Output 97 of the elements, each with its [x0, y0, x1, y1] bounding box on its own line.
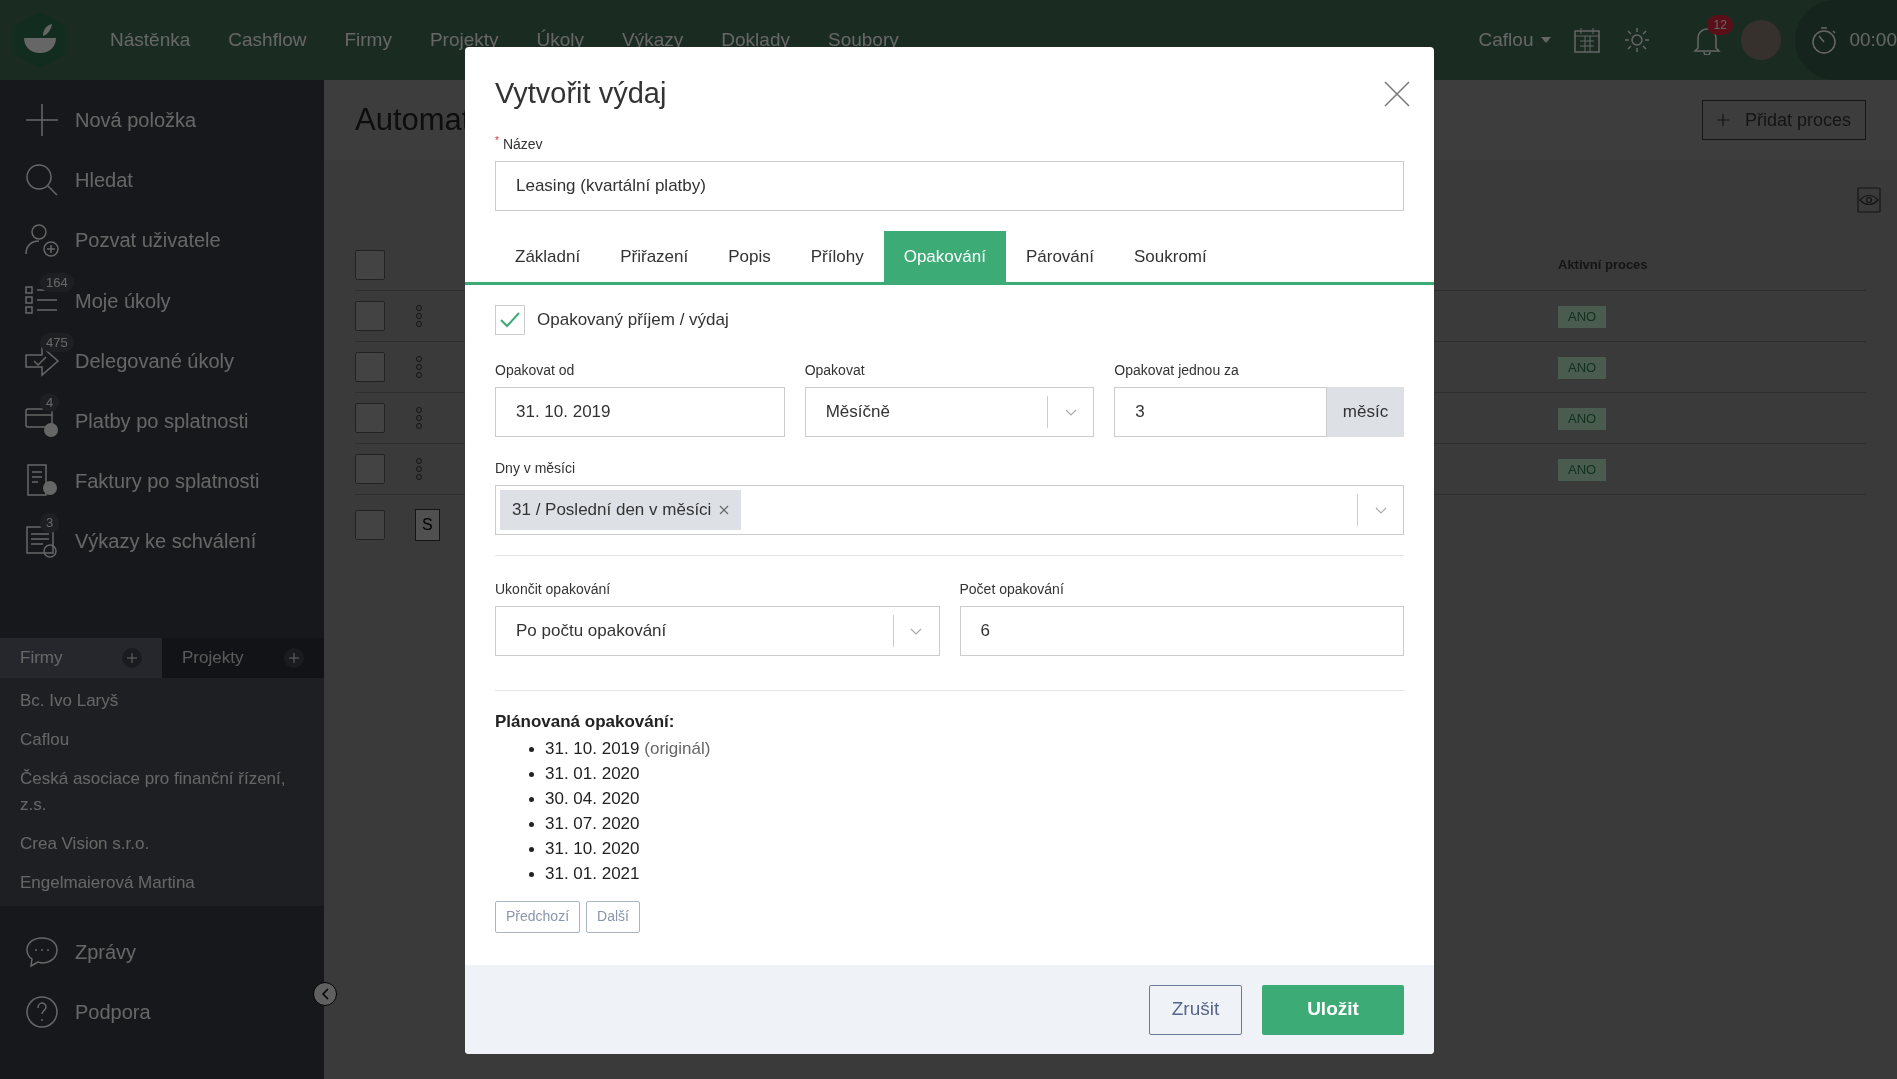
company-link[interactable]: Caflou — [20, 726, 304, 753]
select-field[interactable]: Po počtu opakování — [495, 606, 940, 656]
chevron-down-icon — [1064, 408, 1077, 416]
avatar[interactable] — [1741, 20, 1782, 60]
date-text: 31. 01. 2020 — [545, 763, 640, 786]
close-icon — [1384, 81, 1410, 107]
tab[interactable]: Opakování — [883, 231, 1006, 282]
page-button[interactable]: S — [415, 509, 440, 541]
sidebar-item[interactable]: Delegované úkoly 475 — [0, 330, 324, 391]
number-input[interactable]: 3 — [1114, 387, 1327, 437]
sidebar-item[interactable]: Faktury po splatnosti — [0, 451, 324, 512]
selected-tag[interactable]: 31 / Poslední den v měsíci — [500, 490, 742, 530]
sidebar-item[interactable]: Výkazy ke schválení 3 — [0, 511, 324, 572]
date-text: 31. 01. 2021 — [545, 863, 640, 886]
nav-link[interactable]: Firmy — [344, 25, 392, 55]
sidebar-item[interactable]: Moje úkoly 164 — [0, 270, 324, 331]
company-link[interactable]: Česká asociace pro finanční řízení, z.s. — [20, 765, 304, 818]
count-badge: 164 — [40, 272, 74, 293]
sidebar-item[interactable]: Hledat — [0, 150, 324, 211]
status-badge: ANO — [1558, 357, 1607, 379]
sidebar-tab[interactable]: Projekty — [162, 637, 324, 678]
dots-vertical-icon — [414, 458, 424, 480]
section-heading: Plánovaná opakování: — [495, 711, 676, 733]
collapse-button[interactable] — [313, 982, 337, 1006]
date-text: 30. 04. 2020 — [545, 788, 640, 811]
add-icon — [122, 647, 142, 668]
checkmark-icon — [500, 312, 520, 328]
plus-icon — [1716, 114, 1729, 126]
field-label: Opakovat jednou za — [1114, 360, 1239, 380]
tab[interactable]: Přiřazení — [600, 231, 709, 282]
dots-vertical-icon — [414, 305, 424, 327]
field-label: Název — [502, 134, 543, 154]
field-label: Opakovat — [804, 360, 865, 380]
date-text: 31. 07. 2020 — [545, 813, 640, 836]
status-badge: ANO — [1558, 306, 1607, 328]
checkbox[interactable] — [355, 454, 385, 484]
status-badge: ANO — [1558, 459, 1607, 481]
count-badge: 3 — [40, 513, 60, 533]
pager-button[interactable]: Předchozí — [495, 900, 581, 933]
unit-addon: měsíc — [1327, 387, 1404, 437]
field-label: Počet opakování — [959, 579, 1064, 599]
sidebar-item[interactable]: Pozvat uživatele — [0, 210, 324, 271]
help-icon — [24, 993, 60, 1030]
pager-button[interactable]: Další — [586, 900, 640, 933]
calendar-icon — [1573, 26, 1602, 54]
sidebar-tab[interactable]: Firmy — [0, 637, 162, 678]
checkbox[interactable] — [355, 352, 385, 382]
checkbox[interactable] — [355, 301, 385, 331]
company-link[interactable]: Bc. Ivo Laryš — [20, 687, 304, 714]
chevron-left-icon — [321, 988, 329, 1000]
tab[interactable]: Párování — [1005, 231, 1114, 282]
tab[interactable]: Přílohy — [790, 231, 884, 282]
checkbox-label: Opakovaný příjem / výdaj — [537, 309, 729, 332]
count-badge: 4 — [40, 392, 60, 413]
modal-title: Vytvořit výdaj — [495, 76, 667, 112]
dots-vertical-icon — [414, 407, 424, 429]
field-label: Opakovat od — [495, 360, 575, 380]
company-link[interactable]: Crea Vision s.r.o. — [20, 830, 304, 857]
number-input[interactable]: 6 — [959, 606, 1404, 656]
select-field[interactable]: Měsíčně — [804, 387, 1095, 437]
chevron-down-icon — [1374, 506, 1387, 514]
caret-icon — [1541, 37, 1552, 43]
date-input[interactable]: 31. 10. 2019 — [495, 387, 785, 437]
sidebar-item[interactable]: Platby po splatnosti 4 — [0, 390, 324, 452]
tab[interactable]: Popis — [708, 231, 791, 282]
user-add-icon — [24, 222, 60, 259]
plus-icon — [24, 102, 60, 139]
name-input[interactable]: Leasing (kvartální platby) — [495, 161, 1404, 211]
field-label: Dny v měsíci — [495, 458, 576, 478]
tab[interactable]: Soukromí — [1113, 231, 1227, 282]
status-badge: ANO — [1558, 408, 1607, 430]
multi-select-field[interactable]: 31 / Poslední den v měsíci — [495, 485, 1404, 535]
sidebar-item[interactable]: Zprávy — [0, 921, 324, 982]
timer-text: 00:00 — [1849, 27, 1897, 52]
save-button[interactable]: Uložit — [1262, 984, 1404, 1035]
checkbox[interactable] — [355, 403, 385, 433]
nav-link[interactable]: Nástěnka — [110, 25, 191, 55]
company-link[interactable]: Engelmaierová Martina — [20, 869, 304, 896]
dots-vertical-icon — [414, 356, 424, 378]
sidebar-item[interactable]: Nová položka — [0, 90, 324, 151]
notification-badge: 12 — [1707, 15, 1733, 35]
eye-icon — [1857, 187, 1881, 213]
checkbox[interactable] — [355, 250, 385, 280]
date-text: 31. 10. 2020 — [545, 838, 640, 861]
close-button[interactable] — [1382, 79, 1412, 109]
count-badge: 475 — [40, 332, 74, 353]
chevron-down-icon — [910, 627, 922, 635]
remove-icon — [719, 505, 730, 515]
checkbox[interactable] — [355, 510, 385, 540]
add-icon — [284, 647, 304, 668]
required-mark: * — [495, 134, 499, 148]
tab[interactable]: Základní — [495, 231, 601, 282]
field-label: Ukončit opakování — [495, 579, 611, 599]
account-dropdown[interactable]: Caflou — [1478, 25, 1552, 55]
nav-link[interactable]: Cashflow — [228, 25, 307, 55]
cancel-button[interactable]: Zrušit — [1149, 984, 1242, 1035]
date-text: 31. 10. 2019 (originál) — [545, 738, 711, 761]
